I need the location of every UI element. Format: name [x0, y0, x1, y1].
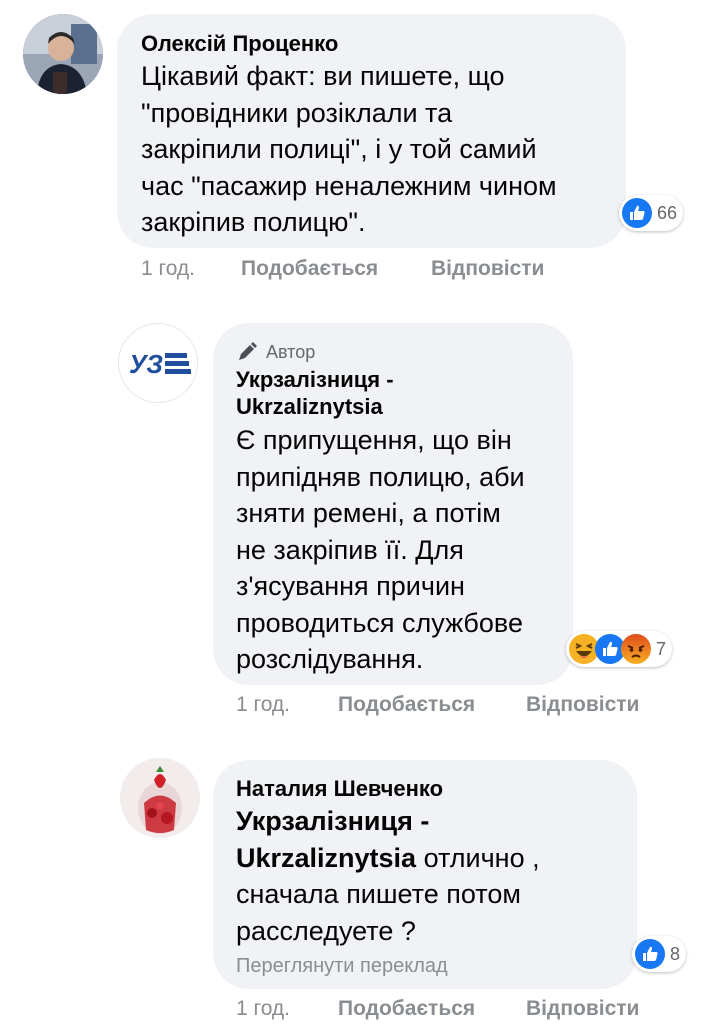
- comment-text-line: "провідники розіклали та: [141, 97, 453, 128]
- mention-link[interactable]: Ukrzaliznytsia: [236, 843, 416, 873]
- comment-author[interactable]: Олексій Проценко: [141, 31, 338, 57]
- reaction-count: 66: [657, 202, 678, 223]
- reaction-count: 7: [656, 638, 667, 659]
- like-button[interactable]: Подобається: [241, 257, 378, 281]
- comment-text-fragment: отлично ,: [416, 842, 540, 873]
- comment-text: Укрзалізниця - Ukrzaliznytsia отлично , …: [236, 803, 540, 949]
- angry-icon: [621, 634, 651, 664]
- comment-actions: 1 год. Подобається Відповісти: [236, 997, 686, 1023]
- uz-logo-icon: УЗ: [129, 349, 191, 379]
- comment-text: Цікавий факт: ви пишете, що "провідники …: [141, 58, 557, 241]
- reaction-count: 8: [670, 943, 681, 964]
- pencil-icon: [239, 342, 257, 360]
- comment-text-line: розслідування.: [236, 644, 424, 674]
- comment-actions: 1 год. Подобається Відповісти: [236, 693, 686, 719]
- comment-text-line: час "пасажир неналежним чином: [141, 170, 557, 201]
- avatar-natalia[interactable]: [120, 758, 200, 838]
- comment-actions: 1 год. Подобається Відповісти: [141, 257, 591, 283]
- comment-text-line: Ukrzaliznytsia отлично ,: [236, 840, 540, 877]
- comment-author[interactable]: Укрзалізниця - Ukrzaliznytsia: [236, 366, 394, 420]
- see-translation-link[interactable]: Переглянути переклад: [236, 955, 448, 978]
- avatar-ukrzaliznytsia[interactable]: УЗ: [118, 323, 198, 403]
- comment-text-line: припідняв полицю, аби: [236, 461, 525, 492]
- avatar-oleksii[interactable]: [23, 14, 103, 94]
- svg-text:УЗ: УЗ: [129, 349, 163, 379]
- comment-text-line: закріпили полиці", і у той самий: [141, 134, 537, 164]
- comment-text-line: сначала пишете потом: [236, 879, 521, 909]
- comment-text-line: зняти ремені, а потім: [236, 498, 501, 528]
- reply-button[interactable]: Відповісти: [526, 693, 639, 717]
- comment-text-line: Є припущення, що він: [236, 425, 512, 455]
- mention-link[interactable]: Укрзалізниця -: [236, 803, 540, 840]
- comment-time[interactable]: 1 год.: [236, 997, 290, 1021]
- reaction-summary[interactable]: 7: [566, 631, 673, 667]
- avatar-photo: [120, 758, 200, 838]
- like-button[interactable]: Подобається: [338, 693, 475, 717]
- reaction-summary[interactable]: 8: [632, 936, 687, 972]
- like-icon: [635, 939, 665, 969]
- reaction-summary[interactable]: 66: [619, 195, 684, 231]
- like-icon: [622, 198, 652, 228]
- comment-time[interactable]: 1 год.: [141, 257, 195, 281]
- author-badge: Автор: [236, 341, 315, 363]
- avatar-photo: [23, 14, 103, 94]
- author-badge-label: Автор: [266, 341, 316, 362]
- comment-text-line: з'ясування причин: [236, 571, 465, 601]
- comment-author[interactable]: Наталия Шевченко: [236, 776, 443, 802]
- comment-author-line: Укрзалізниця -: [236, 367, 394, 392]
- comment-text-line: не закріпив її. Для: [236, 534, 464, 565]
- reply-button[interactable]: Відповісти: [431, 257, 544, 281]
- reply-button[interactable]: Відповісти: [526, 997, 639, 1021]
- like-button[interactable]: Подобається: [338, 997, 475, 1021]
- comment-text-line: расследуете ?: [236, 915, 416, 946]
- comment-time[interactable]: 1 год.: [236, 693, 290, 717]
- comment-text-line: проводиться службове: [236, 607, 523, 638]
- comment-author-line: Ukrzaliznytsia: [236, 394, 383, 419]
- comment-text-line: закріпив полицю".: [141, 207, 366, 237]
- comment-text: Є припущення, що він припідняв полицю, а…: [236, 422, 525, 678]
- comment-text-line: Цікавий факт: ви пишете, що: [141, 61, 505, 91]
